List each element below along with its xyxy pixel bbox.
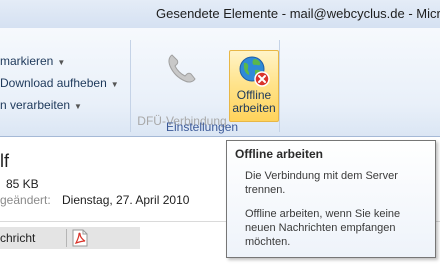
offline-tooltip: Offline arbeiten Die Verbindung mit dem …	[226, 140, 436, 258]
changed-value: Dienstag, 27. April 2010	[62, 193, 190, 207]
offline-label-line2: arbeiten	[232, 101, 276, 115]
globe-with-red-x-icon	[239, 56, 270, 87]
dfu-verbindung-button[interactable]: DFÜ-Verbindung ▼	[136, 48, 227, 145]
message-size: 85 KB	[6, 177, 39, 191]
group-separator	[279, 40, 280, 132]
dropdown-arrow-icon: ▼	[110, 80, 119, 89]
attachment-separator	[66, 229, 67, 247]
phone-handset-icon	[168, 54, 196, 83]
tooltip-description: Die Verbindung mit dem Server trennen.	[245, 170, 398, 196]
tooltip-title: Offline arbeiten	[235, 147, 324, 161]
menu-item-label: markieren	[0, 54, 54, 68]
menu-item-label: n verarbeiten	[0, 98, 71, 112]
message-tab-label[interactable]: chricht	[0, 231, 35, 245]
group-separator	[130, 40, 131, 132]
changed-label: geändert:	[0, 193, 51, 207]
offline-arbeiten-label: Offline arbeiten	[230, 89, 278, 115]
group-label-einstellungen: Einstellungen	[166, 120, 239, 134]
menu-item-label: Download aufheben	[0, 76, 107, 90]
dropdown-arrow-icon: ▼	[57, 58, 66, 67]
message-subject: lf	[0, 151, 9, 171]
tooltip-hint: Offline arbeiten, wenn Sie keine neuen N…	[245, 208, 401, 248]
title-bar: Gesendete Elemente - mail@webcyclus.de -…	[0, 0, 440, 28]
pdf-file-icon[interactable]	[72, 229, 88, 247]
ribbon: markieren ▼ Download aufheben ▼ n verarbei…	[0, 28, 440, 145]
offline-arbeiten-button[interactable]: Offline arbeiten	[229, 50, 279, 122]
menu-item-markieren[interactable]: markieren ▼	[0, 54, 65, 68]
attachment-bar: chricht	[0, 227, 140, 249]
window-title: Gesendete Elemente - mail@webcyclus.de -…	[156, 6, 440, 21]
dropdown-arrow-icon: ▼	[74, 102, 82, 111]
menu-item-download-aufheben[interactable]: Download aufheben ▼	[0, 76, 119, 90]
menu-item-verarbeiten[interactable]: n verarbeiten ▼	[0, 98, 82, 112]
